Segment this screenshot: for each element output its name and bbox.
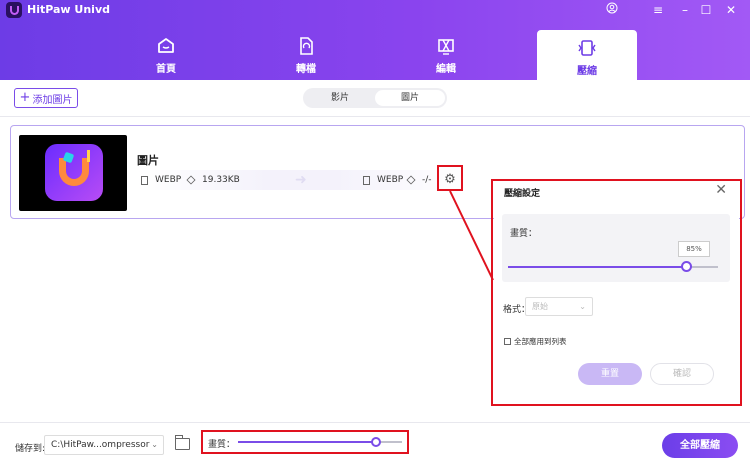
save-to-label: 儲存到:	[15, 444, 46, 454]
quality-slider-knob[interactable]	[681, 261, 692, 272]
quality-slider[interactable]	[508, 261, 718, 272]
format-select[interactable]: 原始 ⌄	[525, 297, 593, 316]
apply-all-checkbox[interactable]	[504, 338, 511, 345]
bottom-divider	[0, 422, 750, 423]
compress-settings-popup: 壓縮設定 ✕ 畫質： 85% 格式： 原始 ⌄ 全部應用到列表 重置 確認	[494, 182, 739, 403]
reset-button[interactable]: 重置	[578, 363, 642, 385]
chevron-down-icon: ⌄	[579, 302, 586, 311]
folder-icon[interactable]	[175, 435, 190, 450]
quality-label: 畫質：	[510, 229, 538, 239]
compress-all-button[interactable]: 全部壓縮	[662, 433, 738, 458]
bottom-quality-slider-knob[interactable]	[370, 437, 381, 447]
bottom-quality-slider[interactable]	[238, 437, 402, 447]
apply-all-label: 全部應用到列表	[514, 337, 567, 346]
format-value: 原始	[532, 302, 548, 311]
bottom-quality-label: 畫質：	[208, 440, 236, 450]
popup-title: 壓縮設定	[504, 189, 541, 199]
chevron-down-icon: ⌄	[151, 440, 158, 449]
quality-slider-fill	[508, 266, 687, 268]
quality-value[interactable]: 85%	[678, 241, 710, 257]
bottom-quality-slider-fill	[238, 441, 376, 443]
output-path-select[interactable]: C:\HitPaw...ompressor ⌄	[44, 435, 164, 455]
quality-section: 畫質： 85%	[502, 214, 730, 282]
apply-all-option[interactable]: 全部應用到列表	[504, 336, 567, 347]
confirm-button[interactable]: 確認	[650, 363, 714, 385]
close-icon[interactable]: ✕	[715, 182, 727, 198]
output-path-value: C:\HitPaw...ompressor	[51, 440, 150, 450]
